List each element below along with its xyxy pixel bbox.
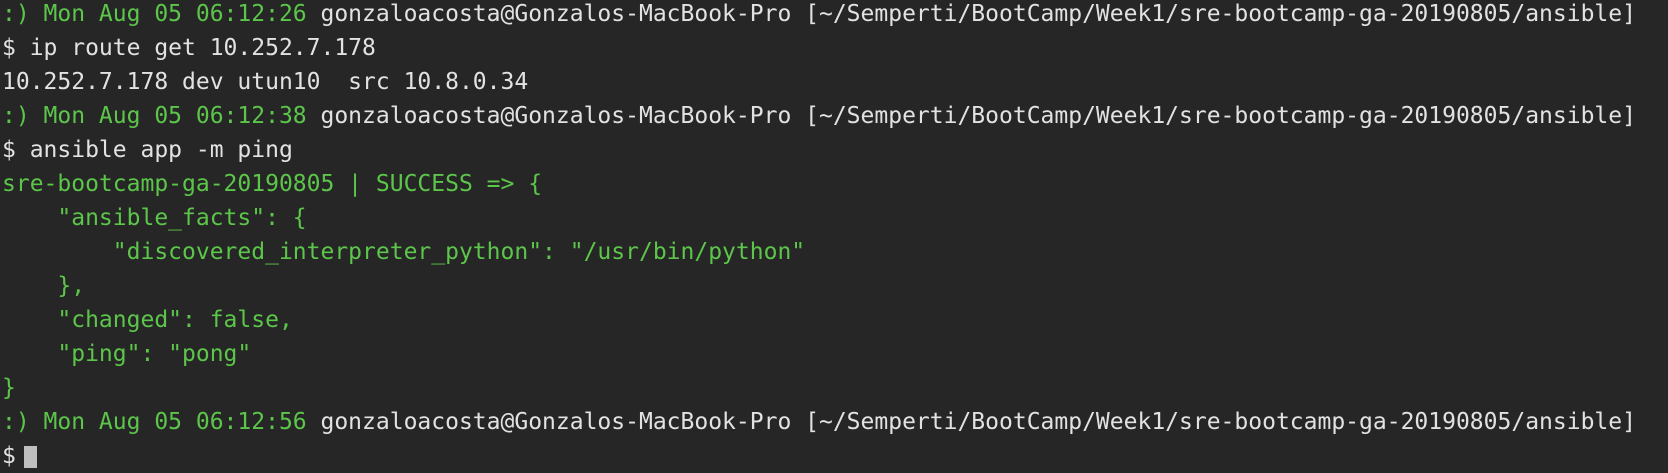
ansible-output-line: "ping": "pong": [2, 341, 252, 367]
prompt-status-time: :) Mon Aug 05 06:12:56: [2, 409, 307, 435]
prompt-user-host-path: gonzaloacosta@Gonzalos-MacBook-Pro [~/Se…: [306, 103, 1636, 129]
ansible-output-line: sre-bootcamp-ga-20190805 | SUCCESS => {: [2, 171, 543, 197]
command-output-line: 10.252.7.178 dev utun10 src 10.8.0.34: [2, 69, 529, 95]
active-input-line[interactable]: $: [2, 439, 1668, 473]
prompt-user-host-path: gonzaloacosta@Gonzalos-MacBook-Pro [~/Se…: [306, 409, 1636, 435]
command-line: $ ip route get 10.252.7.178: [2, 35, 376, 61]
ansible-output-line: "discovered_interpreter_python": "/usr/b…: [2, 239, 806, 265]
ansible-output-line: "ansible_facts": {: [2, 205, 307, 231]
prompt-line: :) Mon Aug 05 06:12:56 gonzaloacosta@Gon…: [2, 405, 1668, 439]
ansible-output-line: },: [2, 273, 86, 299]
command-line: $ ansible app -m ping: [2, 137, 293, 163]
prompt-line: :) Mon Aug 05 06:12:26 gonzaloacosta@Gon…: [2, 0, 1668, 31]
prompt-status-time: :) Mon Aug 05 06:12:26: [2, 1, 307, 27]
shell-prompt-symbol: $: [2, 443, 16, 469]
terminal-window[interactable]: :) Mon Aug 05 06:12:26 gonzaloacosta@Gon…: [0, 0, 1668, 469]
ansible-output-line: }: [2, 375, 16, 401]
prompt-line: :) Mon Aug 05 06:12:38 gonzaloacosta@Gon…: [2, 99, 1668, 133]
prompt-status-time: :) Mon Aug 05 06:12:38: [2, 103, 307, 129]
prompt-user-host-path: gonzaloacosta@Gonzalos-MacBook-Pro [~/Se…: [306, 1, 1636, 27]
text-cursor[interactable]: [23, 445, 37, 468]
ansible-output-line: "changed": false,: [2, 307, 293, 333]
